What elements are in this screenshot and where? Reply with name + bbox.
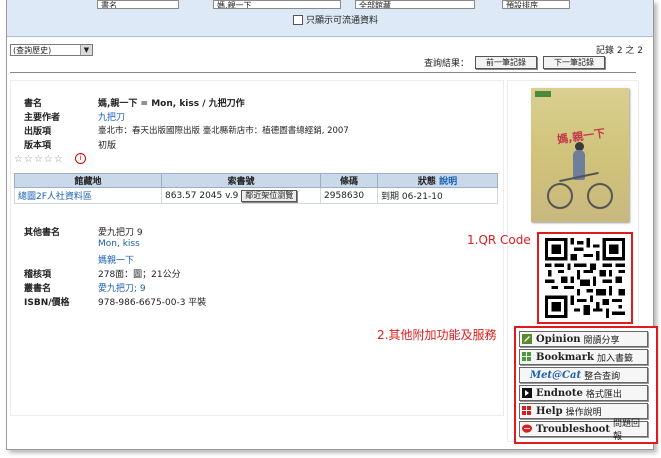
other-title-3[interactable]: 媽親一下 [98, 253, 134, 266]
endnote-label: Endnote [536, 387, 583, 399]
location-link[interactable]: 總圖2F人社資料區 [14, 187, 162, 204]
edition-value: 初版 [98, 141, 117, 151]
qr-annotation-label: 1.QR Code [467, 233, 531, 247]
col-status-label: 狀態 [417, 177, 436, 187]
metacat-label: Met@Cat [530, 369, 582, 381]
rating-stars[interactable]: ☆ ☆ ☆ ☆ ☆ [14, 154, 63, 165]
status-cell: 到期 06-21-10 [377, 187, 498, 204]
book-cover-image[interactable]: 媽,親一下 [531, 88, 629, 222]
other-title-2[interactable]: Mon, kiss [98, 239, 140, 249]
search-bar: 書名 媽,親一下 全部館藏 預設排序 只顯示可流通資料 [7, 0, 653, 37]
bicycle-wheel-icon [587, 183, 613, 209]
result-label: 查詢結果： [424, 59, 470, 69]
bookmark-grid-icon [522, 352, 532, 362]
endnote-icon [522, 388, 532, 398]
series-link[interactable]: 愛九把刀; 9 [98, 281, 146, 294]
edition-label: 版本項 [24, 141, 52, 151]
help-icon [522, 406, 532, 416]
qr-code-icon [545, 238, 625, 318]
divider [10, 72, 636, 73]
star-icon[interactable]: ☆ [54, 154, 63, 165]
troubleshoot-zh-label: 問題回報 [612, 419, 640, 442]
troubleshoot-icon [522, 424, 532, 434]
help-label: Help [536, 405, 563, 417]
series-label: 叢書名 [24, 284, 52, 294]
record-nav: 查詢結果： 前一筆記錄 下一筆記錄 [424, 56, 606, 69]
opinion-zh-label: 閱讀分享 [583, 335, 620, 346]
pencil-icon [522, 334, 532, 344]
barcode-cell: 2958630 [320, 187, 378, 204]
title-value: 媽,親一下 = Mon, kiss / 九把刀作 [98, 99, 245, 109]
bookmark-zh-label: 加入書籤 [596, 353, 633, 364]
collation-label: 稽核項 [24, 270, 52, 280]
services-annotation-label: 2.其他附加功能及服務 [377, 328, 497, 342]
bookmark-button[interactable]: Bookmark 加入書籤 [519, 349, 648, 365]
endnote-zh-label: 格式匯出 [585, 389, 622, 400]
status-help-link[interactable]: 說明 [439, 177, 457, 187]
qr-code-box [537, 232, 633, 324]
search-field-select[interactable]: 書名 [97, 0, 179, 9]
publish-value: 臺北市：春天出版國際出版 臺北縣新店市：植德圖書總經銷, 2007 [98, 126, 349, 136]
collation-value: 278面：圖；21公分 [98, 270, 181, 280]
shelf-browse-button[interactable]: 鄰近架位瀏覽 [241, 189, 298, 202]
isbn-label: ISBN/價格 [24, 298, 70, 308]
other-titles-label: 其他書名 [24, 228, 61, 238]
troubleshoot-button[interactable]: Troubleshoot 問題回報 [519, 419, 648, 442]
callno-cell: 863.57 2045 v.9 鄰近架位瀏覽 [161, 187, 321, 204]
sort-select[interactable]: 預設排序 [502, 0, 570, 9]
metacat-zh-label: 整合查詢 [584, 371, 621, 382]
chevron-down-icon[interactable]: ▼ [80, 45, 92, 55]
prev-record-button[interactable]: 前一筆記錄 [475, 56, 538, 69]
col-location: 館藏地 [14, 173, 162, 188]
col-callno: 索書號 [161, 173, 321, 188]
publisher-logo-icon [535, 91, 551, 97]
collection-select[interactable]: 全部館藏 [355, 0, 475, 9]
troubleshoot-label: Troubleshoot [536, 423, 610, 435]
col-status: 狀態 說明 [377, 173, 498, 188]
star-icon[interactable]: ☆ [34, 154, 43, 165]
other-title-1: 愛九把刀 9 [98, 228, 143, 238]
opinion-button[interactable]: Opinion 閱讀分享 [519, 331, 648, 347]
title-label: 書名 [24, 99, 43, 109]
author-link[interactable]: 九把刀 [98, 110, 125, 123]
isbn-value: 978-986-6675-00-3 平裝 [98, 298, 207, 308]
bicycle-wheel-icon [547, 183, 573, 209]
col-barcode: 條碼 [320, 173, 378, 188]
info-icon[interactable]: i [75, 153, 86, 164]
history-select[interactable]: (查詢歷史) ▼ [10, 44, 93, 56]
history-select-value: (查詢歷史) [13, 46, 52, 55]
endnote-button[interactable]: Endnote 格式匯出 [519, 385, 648, 401]
available-only-checkbox[interactable] [293, 14, 303, 25]
holdings-header-row: 館藏地 索書號 條碼 狀態 說明 [14, 173, 498, 188]
next-record-button[interactable]: 下一筆記錄 [543, 56, 606, 69]
star-icon[interactable]: ☆ [14, 154, 23, 165]
star-icon[interactable]: ☆ [44, 154, 53, 165]
metacat-button[interactable]: Met@Cat 整合查詢 [519, 367, 648, 383]
opinion-label: Opinion [536, 333, 581, 345]
help-zh-label: 操作說明 [565, 407, 602, 418]
metacat-logo-icon [522, 370, 526, 380]
available-only-option[interactable]: 只顯示可流通資料 [293, 13, 378, 26]
bookmark-label: Bookmark [536, 351, 594, 363]
table-row: 總圖2F人社資料區 863.57 2045 v.9 鄰近架位瀏覽 2958630… [14, 187, 498, 204]
star-icon[interactable]: ☆ [24, 154, 33, 165]
record-count: 記錄 2 之 2 [595, 46, 643, 56]
holdings-table: 館藏地 索書號 條碼 狀態 說明 總圖2F人社資料區 863.57 2045 v… [14, 173, 498, 204]
callno-value: 863.57 2045 v.9 [165, 190, 239, 201]
search-input[interactable]: 媽,親一下 [213, 0, 341, 9]
available-only-label: 只顯示可流通資料 [306, 16, 379, 26]
publish-label: 出版項 [24, 127, 52, 137]
author-label: 主要作者 [24, 113, 61, 123]
